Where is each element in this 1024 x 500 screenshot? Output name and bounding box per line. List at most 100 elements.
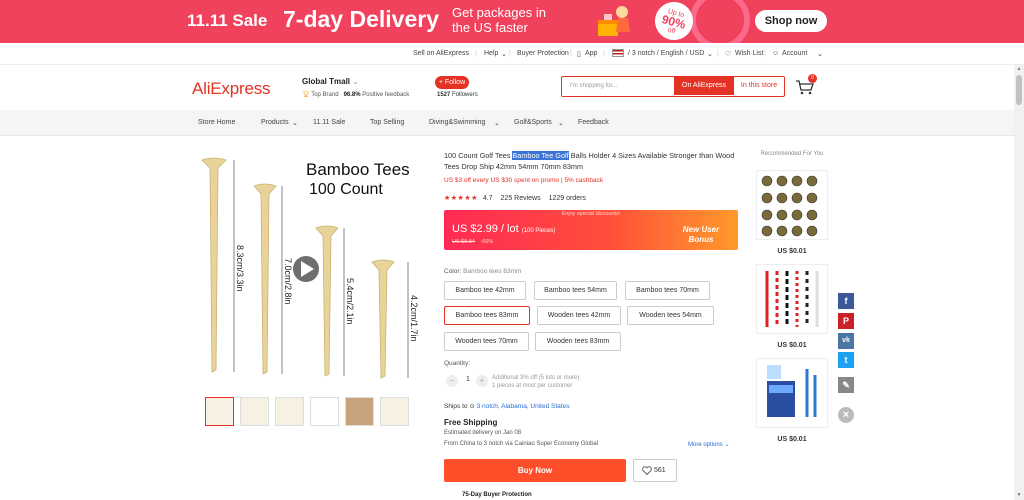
gift-courier-icon [598,6,630,36]
reviews-link[interactable]: 225 Reviews [501,195,541,202]
nav-sale[interactable]: 11.11 Sale [313,119,345,126]
new-user-line1: New User [682,225,720,234]
store-name[interactable]: Global Tmall ⌄ [302,77,359,86]
nav-diving-swimming[interactable]: Diving&Swimming [429,119,485,126]
chevron-down-icon: ⌄ [292,120,298,127]
price-box: Enjoy special discounts! US $2.99 / lot … [444,210,738,250]
facebook-share-icon[interactable]: f [838,293,854,309]
thumbnail[interactable] [240,397,269,426]
quantity-note-2: 1 pieces at most per customer [492,383,573,389]
thumbnail[interactable] [310,397,339,426]
banner-sale-text: 11.11 Sale [187,11,268,30]
golf-ball-markers-thumbnail [761,175,818,237]
store-nav: Store Home Products ⌄ 11.11 Sale Top Sel… [0,110,1024,136]
ships-location-link[interactable]: 3 notch, Alabama, United States [477,403,570,410]
option-wooden-54[interactable]: Wooden tees 54mm [627,306,714,325]
recommended-price: US $0.01 [777,342,807,349]
option-bamboo-54[interactable]: Bamboo tees 54mm [534,281,617,300]
option-wooden-70[interactable]: Wooden tees 70mm [444,332,529,351]
divider: | [509,50,511,57]
app-link[interactable]: App [585,50,597,57]
vk-share-icon[interactable]: vk [838,333,854,349]
tee-label: 4.2cm/1.7in [409,295,419,342]
quantity-input[interactable]: 1 [463,376,473,383]
option-bamboo-42[interactable]: Bamboo tee 42mm [444,281,526,300]
heart-icon [642,466,652,475]
banner-swirl-decoration [690,0,750,43]
recommended-item[interactable] [756,358,828,428]
option-wooden-42[interactable]: Wooden tees 42mm [537,306,621,325]
thumbnail[interactable] [380,397,409,426]
page-scrollbar[interactable]: ▲ ▼ [1014,65,1024,500]
pinterest-share-icon[interactable]: P [838,313,854,329]
shipping-route: From China to 3 notch via Cainiao Super … [444,441,599,447]
option-bamboo-70[interactable]: Bamboo tees 70mm [625,281,710,300]
nav-store-home[interactable]: Store Home [198,119,235,126]
account-link[interactable]: Account [782,50,807,57]
estimated-delivery: Estimated delivery on Jan 08 [444,430,522,436]
search-in-store-button[interactable]: In this store [734,77,784,95]
more-options-link[interactable]: More options ⌄ [688,441,729,448]
main-product-image[interactable]: Bamboo Tees 100 Count 8.3cm/3.3in 7.0cm/… [196,150,426,390]
chevron-down-icon: ⌄ [707,51,713,58]
nav-feedback[interactable]: Feedback [578,119,609,126]
scroll-down-icon[interactable]: ▼ [1014,492,1024,498]
search-on-aliexpress-button[interactable]: On AliExpress [674,77,734,95]
quantity-note-1: Additional 3% off (5 lots or more) [492,375,580,381]
heart-icon: ♡ [725,51,732,58]
twitter-share-icon[interactable]: t [838,352,854,368]
star-rating-icon: ★★★★★ [444,195,478,202]
locale-selector[interactable]: / 3 notch / English / USD [628,50,704,57]
sell-link[interactable]: Sell on AliExpress [413,50,469,57]
chevron-down-icon: ⌄ [558,120,564,127]
nav-golf-sports[interactable]: Golf&Sports [514,119,552,126]
scroll-up-icon[interactable]: ▲ [1014,66,1024,72]
bamboo-tees-illustration: Bamboo Tees 100 Count 8.3cm/3.3in 7.0cm/… [201,157,419,379]
search-input[interactable]: I'm shopping for... [570,83,617,89]
wish-list-link[interactable]: Wish List [735,50,763,57]
recommended-item[interactable] [756,264,828,334]
recommended-item[interactable] [756,170,828,240]
buy-now-button[interactable]: Buy Now [444,459,626,482]
shop-now-button[interactable]: Shop now [755,10,827,32]
positive-feedback-pct: 96.8% [343,92,361,98]
promo-text[interactable]: US $3 off every US $30 spent on promo | … [444,177,603,184]
aliexpress-logo[interactable]: AliExpress [192,79,271,99]
quantity-decrease-button[interactable]: − [446,375,458,387]
banner-tagline: Get packages in the US faster [452,5,546,35]
followers-info: 1527 Followers [437,92,478,98]
thumbnail[interactable] [345,397,374,426]
cart-count-badge: 0 [808,74,817,83]
tee-label: 7.0cm/2.8in [283,258,293,305]
option-wooden-83[interactable]: Wooden tees 83mm [535,332,621,351]
tee-label: 5.4cm/2.1in [345,278,355,325]
store-header: AliExpress Global Tmall ⌄ 🏆︎ Top Brand 9… [0,65,1024,110]
buyer-protection-link[interactable]: Buyer Protection [517,50,569,57]
help-link[interactable]: Help [484,50,498,57]
phone-icon: ▯ [577,51,581,58]
image-heading-2: 100 Count [309,181,383,198]
promo-banner[interactable]: 11.11 Sale 7-day Delivery Get packages i… [0,0,1024,43]
play-video-icon[interactable] [293,256,319,282]
tee-label: 8.3cm/3.3in [235,245,245,292]
title-text: 100 Count Golf Tees [444,151,513,160]
wishlist-button[interactable]: 561 [633,459,677,482]
thumbnail[interactable] [205,397,234,426]
striped-tees-thumbnail [765,271,819,327]
option-bamboo-83[interactable]: Bamboo tees 83mm [444,306,530,325]
title-highlight: Bamboo Tee Golf [512,151,569,160]
divider: | [603,50,605,57]
rating-value: 4.7 [482,195,493,202]
scrollbar-thumb[interactable] [1016,75,1022,105]
follow-button[interactable]: + Follow [435,76,469,89]
close-icon[interactable]: × [838,407,854,423]
tee-54mm [315,225,339,377]
nav-products[interactable]: Products [261,119,289,126]
edit-icon[interactable]: ✎ [838,377,854,393]
quantity-increase-button[interactable]: + [476,375,488,387]
new-user-bonus-badge[interactable]: New User Bonus [665,222,737,248]
blue-tees-box-thumbnail [767,365,817,417]
discount-badge: Up to 90% off [650,0,698,43]
nav-top-selling[interactable]: Top Selling [370,119,404,126]
thumbnail[interactable] [275,397,304,426]
